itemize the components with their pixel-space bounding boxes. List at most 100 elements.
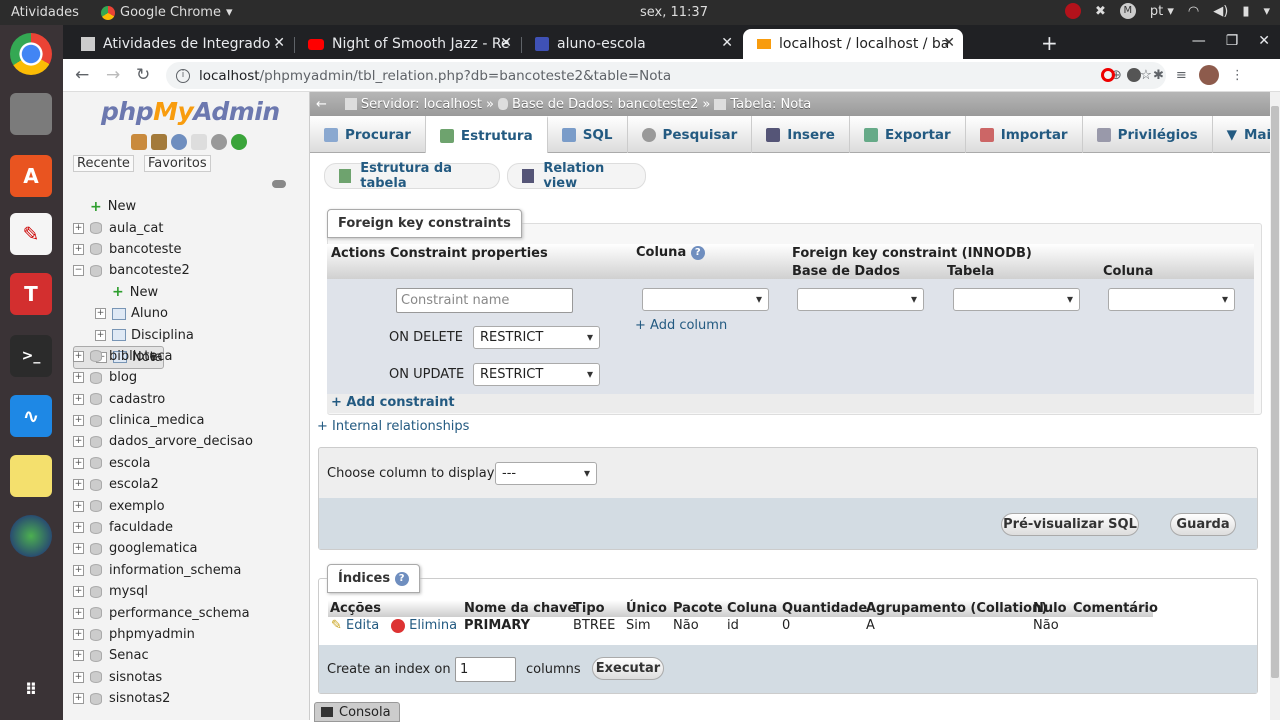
reload-icon[interactable]: ↻ [136, 65, 150, 85]
extension-icon[interactable] [1127, 68, 1141, 82]
expand-icon[interactable]: + [73, 479, 84, 491]
database-item[interactable]: + information_schema [73, 560, 297, 581]
drop-index-link[interactable]: Elimina [391, 618, 457, 633]
wifi-icon[interactable]: ◠ [1188, 4, 1199, 19]
preview-sql-button[interactable]: Pré-visualizar SQL [1001, 513, 1139, 536]
index-columns-input[interactable]: 1 [455, 657, 516, 682]
database-item[interactable]: + escola2 [73, 474, 297, 495]
dropbox-icon[interactable]: ✖ [1095, 4, 1106, 19]
system-tray[interactable]: ✖ M pt ▾ ◠ ◀) ▮ ▾ [1064, 3, 1270, 19]
table-item[interactable]: + Disciplina [73, 324, 297, 345]
expand-icon[interactable]: + [73, 415, 84, 427]
media-icon[interactable]: ≡ [1176, 68, 1187, 83]
expand-icon[interactable]: + [73, 564, 84, 576]
obs-dock-icon[interactable] [10, 515, 52, 557]
database-item[interactable]: + performance_schema [73, 602, 297, 623]
browser-tab-active[interactable]: localhost / localhost / ba ✕ [743, 29, 963, 59]
new-item[interactable]: + New [73, 196, 297, 217]
expand-icon[interactable]: + [73, 543, 84, 555]
constraint-name-input[interactable]: Constraint name [396, 288, 573, 313]
table-structure-button[interactable]: Estrutura da tabela [324, 161, 500, 191]
show-apps-icon[interactable]: ⠿ [10, 668, 52, 710]
back-icon[interactable]: ← [75, 65, 89, 85]
record-icon[interactable] [1064, 3, 1081, 19]
gear-icon[interactable] [211, 134, 227, 150]
typora-dock-icon[interactable]: T [10, 273, 52, 315]
ref-database-select[interactable] [797, 288, 924, 311]
tab-privilegios[interactable]: Privilégios [1083, 116, 1213, 153]
database-item[interactable]: + phpmyadmin [73, 624, 297, 645]
close-icon[interactable]: ✕ [721, 35, 733, 51]
database-item[interactable]: + biblioteca [73, 346, 297, 367]
database-item[interactable]: + dados_arvore_decisao [73, 431, 297, 452]
browser-tab[interactable]: aluno-escola ✕ [521, 29, 741, 59]
collapse-icon[interactable]: − [73, 265, 84, 277]
console-tab[interactable]: Consola [314, 702, 400, 722]
expand-icon[interactable]: + [73, 393, 84, 405]
on-delete-select[interactable]: RESTRICT [473, 326, 600, 349]
database-item[interactable]: + clinica_medica [73, 410, 297, 431]
browser-tab[interactable]: Atividades de Integrado . ✕ [67, 29, 293, 59]
tab-pesquisar[interactable]: Pesquisar [628, 116, 753, 153]
help-icon[interactable]: ? [690, 245, 705, 260]
expand-icon[interactable]: + [73, 436, 84, 448]
execute-button[interactable]: Executar [592, 657, 664, 680]
database-item[interactable]: + exemplo [73, 495, 297, 516]
battery-icon[interactable]: ▮ [1242, 4, 1249, 19]
expand-icon[interactable]: + [73, 372, 84, 384]
internal-relationships-link[interactable]: + Internal relationships [317, 419, 469, 434]
expand-icon[interactable]: + [73, 243, 84, 255]
database-item[interactable]: + mysql [73, 581, 297, 602]
database-item[interactable]: + sisnotas [73, 667, 297, 688]
scroll-thumb[interactable] [1271, 106, 1279, 678]
add-column-link[interactable]: + Add column [635, 318, 727, 333]
tab-exportar[interactable]: Exportar [850, 116, 966, 153]
help-icon[interactable] [171, 134, 187, 150]
database-item[interactable]: + googlematica [73, 538, 297, 559]
database-item[interactable]: + sisnotas2 [73, 688, 297, 709]
edit-index-link[interactable]: ✎ Edita [331, 618, 379, 633]
close-icon[interactable]: ✕ [500, 35, 512, 51]
app-menu[interactable]: Google Chrome ▾ [101, 5, 233, 20]
expand-icon[interactable]: + [73, 671, 84, 683]
database-item[interactable]: + bancoteste [73, 239, 297, 260]
database-item[interactable]: + blog [73, 367, 297, 388]
expand-icon[interactable]: + [73, 350, 84, 362]
tab-estrutura[interactable]: Estrutura [425, 116, 548, 153]
m-icon[interactable]: M [1119, 3, 1136, 19]
expand-icon[interactable]: + [95, 308, 106, 320]
clock[interactable]: sex, 11:37 [640, 5, 708, 20]
favorites-tab[interactable]: Favoritos [143, 155, 211, 172]
maximize-icon[interactable]: ❐ [1226, 33, 1239, 49]
address-bar[interactable]: i localhost/phpmyadmin/tbl_relation.php?… [166, 62, 1166, 89]
add-constraint-link[interactable]: + Add constraint [331, 395, 455, 410]
volume-icon[interactable]: ◀) [1213, 4, 1228, 19]
ref-table-select[interactable] [953, 288, 1080, 311]
breadcrumb-table[interactable]: Tabela: Nota [730, 97, 811, 112]
tab-importar[interactable]: Importar [966, 116, 1083, 153]
avatar[interactable] [1198, 65, 1219, 85]
link-icon[interactable] [272, 180, 286, 188]
expand-icon[interactable]: + [73, 500, 84, 512]
relation-view-button[interactable]: Relation view [507, 161, 646, 191]
breadcrumb-server[interactable]: Servidor: localhost [361, 97, 482, 112]
new-item[interactable]: + New [73, 282, 297, 303]
expand-icon[interactable]: + [73, 607, 84, 619]
tab-procurar[interactable]: Procurar [310, 116, 426, 153]
expand-icon[interactable]: + [73, 693, 84, 705]
text-editor-dock-icon[interactable]: ✎ [10, 213, 52, 255]
column-select[interactable] [642, 288, 769, 311]
expand-icon[interactable]: + [73, 222, 84, 234]
tab-sql[interactable]: SQL [548, 116, 628, 153]
notes-dock-icon[interactable] [10, 455, 52, 497]
expand-icon[interactable]: + [73, 629, 84, 640]
menu-icon[interactable]: ⋮ [1231, 68, 1244, 83]
table-item[interactable]: + Aluno [73, 303, 297, 324]
puzzle-icon[interactable]: ✱ [1153, 68, 1164, 83]
save-button[interactable]: Guarda [1170, 513, 1236, 536]
reload-icon[interactable] [231, 134, 247, 150]
database-item[interactable]: + cadastro [73, 389, 297, 410]
monitor-dock-icon[interactable]: ∿ [10, 395, 52, 437]
chrome-dock-icon[interactable] [10, 33, 52, 75]
expand-icon[interactable]: + [73, 522, 84, 534]
